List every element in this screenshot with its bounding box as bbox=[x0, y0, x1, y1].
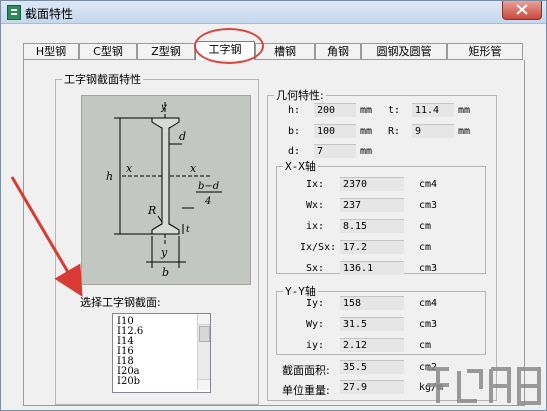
r-value: 9 bbox=[412, 124, 454, 138]
wy-value: 31.5 bbox=[340, 317, 404, 331]
t-unit: mm bbox=[458, 105, 471, 116]
section-listbox[interactable]: I10 I12.6 I14 I16 I18 I20a I20b bbox=[112, 313, 211, 393]
label-x-right: x bbox=[190, 162, 197, 175]
ix-sx-label: Ix/Sx: bbox=[300, 242, 337, 253]
scroll-down-icon[interactable] bbox=[198, 379, 210, 390]
iy-unit: cm4 bbox=[419, 298, 438, 309]
wx-value: 237 bbox=[340, 198, 404, 212]
scroll-thumb[interactable] bbox=[199, 326, 210, 342]
wx-unit: cm3 bbox=[419, 200, 438, 211]
window-title: 截面特性 bbox=[25, 7, 74, 21]
d-unit: mm bbox=[360, 146, 373, 157]
tab-channel[interactable]: 槽钢 bbox=[255, 43, 315, 59]
d-label: d: bbox=[288, 146, 301, 157]
sx-label: Sx: bbox=[306, 263, 325, 274]
h-unit: mm bbox=[360, 105, 373, 116]
label-r: R bbox=[147, 204, 156, 217]
iy-radius-label: iy: bbox=[306, 340, 325, 351]
label-t: t bbox=[186, 225, 190, 235]
app-icon bbox=[7, 5, 21, 20]
wy-unit: cm3 bbox=[419, 319, 438, 330]
b-label: b: bbox=[288, 126, 301, 137]
label-h: h bbox=[106, 170, 113, 183]
select-section-label: 选择工字钢截面: bbox=[80, 296, 161, 309]
tab-angle[interactable]: 角钢 bbox=[315, 43, 361, 59]
steel-type-tabs: H型钢 C型钢 Z型钢 工字钢 槽钢 角钢 圆钢及圆管 矩形管 bbox=[23, 41, 523, 60]
h-value: 200 bbox=[314, 103, 356, 117]
ix-radius-label: ix: bbox=[306, 221, 325, 232]
close-button[interactable] bbox=[502, 1, 542, 20]
label-b: b bbox=[162, 266, 169, 279]
list-scrollbar[interactable] bbox=[197, 314, 210, 390]
ix-unit: cm4 bbox=[419, 179, 438, 190]
close-icon bbox=[516, 4, 528, 15]
weight-value: 27.9 bbox=[340, 380, 404, 394]
tab-i-beam[interactable]: 工字钢 bbox=[195, 41, 255, 60]
iy-radius-unit: cm bbox=[419, 340, 432, 351]
ix-value: 2370 bbox=[340, 177, 404, 191]
iy-label: Iy: bbox=[306, 298, 325, 309]
area-value: 35.5 bbox=[340, 360, 404, 374]
ix-radius-unit: cm bbox=[419, 221, 432, 232]
xx-axis-legend: X-X轴 bbox=[285, 160, 316, 173]
ix-sx-unit: cm bbox=[419, 242, 432, 253]
wy-label: Wy: bbox=[306, 319, 325, 330]
section-group-legend: 工字钢截面特性 bbox=[64, 73, 141, 86]
tab-h-steel[interactable]: H型钢 bbox=[23, 43, 79, 59]
sx-value: 136.1 bbox=[340, 261, 404, 275]
yy-axis-legend: Y-Y轴 bbox=[285, 285, 316, 298]
label-y-bottom: y bbox=[160, 246, 168, 259]
title-bar[interactable]: 截面特性 bbox=[1, 1, 546, 24]
b-unit: mm bbox=[360, 126, 373, 137]
geometry-legend: 几何特性: bbox=[276, 89, 324, 102]
ix-label: Ix: bbox=[306, 179, 325, 190]
scroll-up-icon[interactable] bbox=[198, 314, 210, 325]
area-label: 截面面积: bbox=[282, 364, 330, 377]
i-beam-drawing: y y x x d h R b t b−d 4 bbox=[106, 102, 222, 279]
d-value: 7 bbox=[314, 144, 356, 158]
weight-label: 单位重量: bbox=[282, 384, 330, 397]
ix-radius-value: 8.15 bbox=[340, 219, 404, 233]
b-value: 100 bbox=[314, 124, 356, 138]
i-beam-diagram: y y x x d h R b t b−d 4 bbox=[81, 95, 251, 285]
h-label: h: bbox=[288, 105, 301, 116]
iy-value: 158 bbox=[340, 296, 404, 310]
tab-rect-tube[interactable]: 矩形管 bbox=[447, 43, 523, 59]
label-frac-bottom: 4 bbox=[204, 196, 211, 207]
section-properties-window: 截面特性 H型钢 C型钢 Z型钢 工字钢 槽钢 角钢 圆钢及圆管 矩形管 工字钢… bbox=[0, 0, 547, 411]
tab-z-steel[interactable]: Z型钢 bbox=[137, 43, 195, 59]
xx-axis-group: X-X轴 bbox=[276, 158, 486, 274]
sx-unit: cm3 bbox=[419, 263, 438, 274]
wx-label: Wx: bbox=[306, 200, 325, 211]
label-x-left: x bbox=[126, 162, 133, 175]
ix-sx-value: 17.2 bbox=[340, 240, 404, 254]
tab-round[interactable]: 圆钢及圆管 bbox=[361, 43, 447, 59]
watermark-logo bbox=[427, 367, 541, 405]
label-y-top: y bbox=[160, 102, 167, 113]
label-frac-top: b−d bbox=[198, 181, 219, 192]
tab-c-steel[interactable]: C型钢 bbox=[79, 43, 137, 59]
r-unit: mm bbox=[458, 126, 471, 137]
t-value: 11.4 bbox=[412, 103, 454, 117]
list-item[interactable]: I20b bbox=[117, 377, 140, 387]
label-d: d bbox=[179, 130, 186, 143]
r-label: R: bbox=[388, 126, 401, 137]
t-label: t: bbox=[388, 105, 401, 116]
iy-radius-value: 2.12 bbox=[340, 338, 404, 352]
